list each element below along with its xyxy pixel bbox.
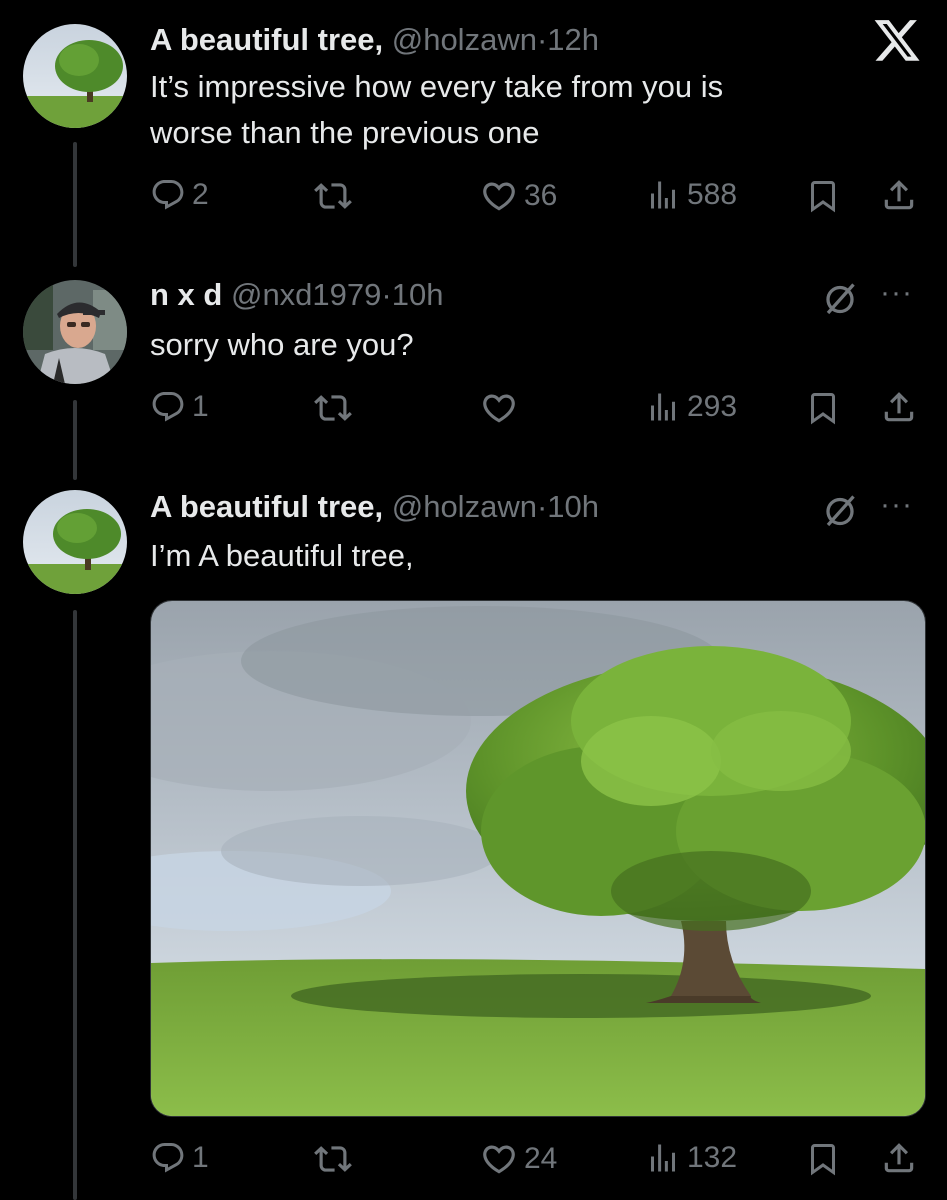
tweet-text: It’s impressive how every take from you … <box>150 64 723 156</box>
avatar[interactable] <box>23 280 127 384</box>
retweet-button[interactable] <box>314 389 352 427</box>
separator-dot: · <box>381 277 392 312</box>
thread-line <box>73 610 77 1200</box>
bookmark-button[interactable] <box>805 390 841 431</box>
tweet-text-line: worse than the previous one <box>150 115 540 150</box>
share-icon <box>880 1139 918 1177</box>
tweet-text-line: I’m A beautiful tree, <box>150 538 414 573</box>
grok-button[interactable] <box>822 280 858 321</box>
views-button[interactable]: 132 <box>645 1140 737 1176</box>
avatar[interactable] <box>23 490 127 594</box>
tweet-header: A beautiful tree, @holzawn·12h <box>150 20 599 60</box>
reply-icon <box>150 1140 186 1176</box>
tree-photo <box>151 601 925 1116</box>
reply-icon <box>150 389 186 425</box>
heart-icon <box>480 389 518 427</box>
views-icon <box>645 177 681 213</box>
reply-button[interactable]: 2 <box>150 177 209 213</box>
more-options-button[interactable]: ··· <box>880 276 913 310</box>
tweet-header: n x d @nxd1979·10h <box>150 275 443 315</box>
timestamp[interactable]: 10h <box>392 277 444 312</box>
tweet-header: A beautiful tree, @holzawn·10h <box>150 487 599 527</box>
author-handle[interactable]: @holzawn <box>392 22 537 57</box>
thread-line <box>73 400 77 480</box>
heart-icon <box>480 1140 518 1178</box>
views-icon <box>645 1140 681 1176</box>
views-icon <box>645 389 681 425</box>
retweet-icon <box>314 177 352 215</box>
tweet-text: I’m A beautiful tree, <box>150 533 414 579</box>
share-button[interactable] <box>880 1139 918 1182</box>
grok-button[interactable] <box>822 492 858 533</box>
grok-icon <box>826 495 855 527</box>
reply-count: 1 <box>192 390 209 423</box>
like-count: 24 <box>524 1142 558 1175</box>
reply-count: 1 <box>192 1141 209 1174</box>
tweet-text-line: sorry who are you? <box>150 327 414 362</box>
reply-count: 2 <box>192 178 209 211</box>
share-button[interactable] <box>880 176 918 219</box>
share-icon <box>880 388 918 426</box>
bookmark-icon <box>805 1141 841 1177</box>
view-count: 293 <box>687 390 738 423</box>
share-icon <box>880 176 918 214</box>
view-count: 132 <box>687 1141 738 1174</box>
avatar[interactable] <box>23 24 127 128</box>
separator-dot: · <box>536 489 548 524</box>
like-button[interactable]: 36 <box>480 177 557 215</box>
view-count: 588 <box>687 178 738 211</box>
timestamp[interactable]: 10h <box>547 489 599 524</box>
grok-icon <box>826 283 855 315</box>
tweet-text: sorry who are you? <box>150 322 414 368</box>
author-name[interactable]: n x d <box>150 277 222 312</box>
retweet-button[interactable] <box>314 177 352 215</box>
more-options-button[interactable]: ··· <box>880 488 913 522</box>
author-name[interactable]: A beautiful tree, <box>150 22 383 57</box>
bookmark-icon <box>805 178 841 214</box>
thread-line <box>73 142 77 267</box>
bookmark-button[interactable] <box>805 1141 841 1182</box>
like-count: 36 <box>524 179 558 212</box>
views-button[interactable]: 588 <box>645 177 737 213</box>
author-handle[interactable]: @holzawn <box>392 489 537 524</box>
reply-button[interactable]: 1 <box>150 389 209 425</box>
like-button[interactable]: 24 <box>480 1140 557 1178</box>
heart-icon <box>480 177 518 215</box>
x-logo-icon[interactable] <box>872 20 922 71</box>
tweet-text-line: It’s impressive how every take from you … <box>150 69 724 104</box>
separator-dot: · <box>536 22 548 57</box>
tweet-media-image[interactable] <box>150 600 926 1117</box>
author-name[interactable]: A beautiful tree, <box>150 489 383 524</box>
reply-button[interactable]: 1 <box>150 1140 209 1176</box>
author-handle[interactable]: @nxd1979 <box>231 277 381 312</box>
retweet-icon <box>314 1140 352 1178</box>
bookmark-icon <box>805 390 841 426</box>
reply-icon <box>150 177 186 213</box>
views-button[interactable]: 293 <box>645 389 737 425</box>
bookmark-button[interactable] <box>805 178 841 219</box>
retweet-icon <box>314 389 352 427</box>
like-button[interactable] <box>480 389 518 427</box>
share-button[interactable] <box>880 388 918 431</box>
retweet-button[interactable] <box>314 1140 352 1178</box>
timestamp[interactable]: 12h <box>547 22 599 57</box>
